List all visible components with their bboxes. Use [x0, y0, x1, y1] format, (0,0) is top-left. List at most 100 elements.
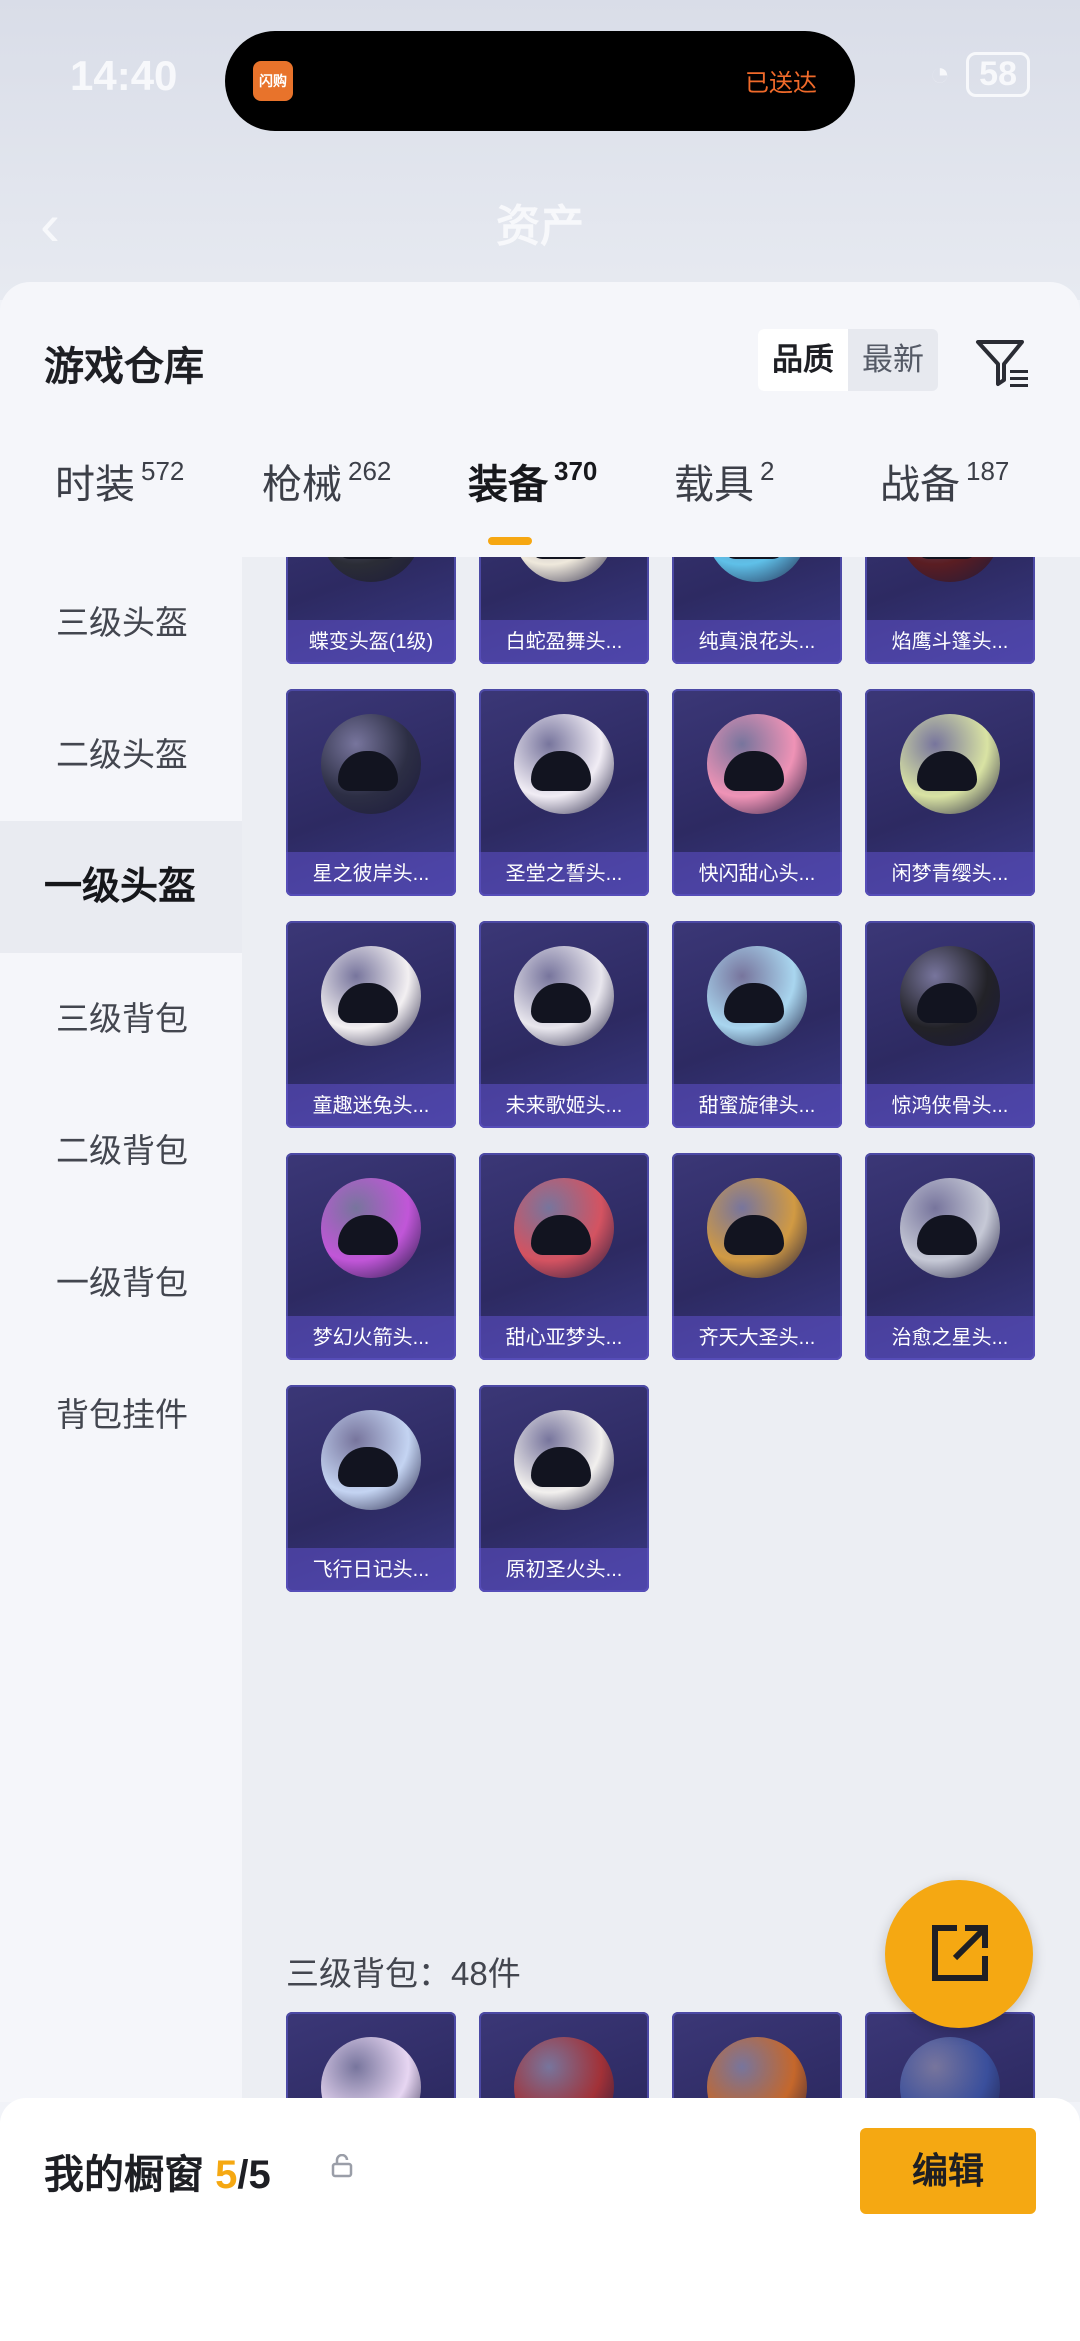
helmet-name: 闲梦青缨头...: [865, 852, 1035, 896]
helmet-visor: [724, 557, 784, 559]
sidebar-item-helmet-2[interactable]: 二级头盔: [0, 689, 242, 821]
sort-option-newest[interactable]: 最新: [848, 329, 938, 391]
battery-indicator: 58: [966, 52, 1030, 97]
sidebar-item-backpack-2[interactable]: 二级背包: [0, 1085, 242, 1217]
share-button[interactable]: [885, 1880, 1033, 2028]
helmet-card[interactable]: 甜心亚梦头...: [479, 1153, 649, 1360]
helmet-thumbnail: [321, 557, 421, 582]
warehouse-sheet: 游戏仓库 品质 最新 时装 572 枪械 262 装备 370 载具 2 战备 187 三…: [0, 282, 1080, 2102]
tab-label: 装备: [468, 463, 548, 507]
sort-toggle: 品质 最新: [758, 329, 938, 391]
tab-count: 262: [348, 456, 392, 486]
delivery-status: 已送达: [745, 70, 817, 97]
helmet-name: 未来歌姬头...: [479, 1084, 649, 1128]
helmet-name: 治愈之星头...: [865, 1316, 1035, 1360]
backpack-card[interactable]: 彩旗巡礼背...: [286, 2012, 456, 2102]
helmet-card[interactable]: 圣堂之誓头...: [479, 689, 649, 896]
backpack-card[interactable]: 荒原烈焰背...: [479, 2012, 649, 2102]
external-link-icon: [932, 1925, 988, 1981]
helmet-name: 飞行日记头...: [286, 1548, 456, 1592]
showcase-title: 我的橱窗 5/5: [44, 2142, 271, 2200]
helmet-name: 齐天大圣头...: [672, 1316, 842, 1360]
category-tabs: 时装 572 枪械 262 装备 370 载具 2 战备 187: [0, 452, 1080, 557]
helmet-visor: [917, 557, 977, 559]
helmet-name: 白蛇盈舞头...: [479, 620, 649, 664]
helmet-name: 童趣迷兔头...: [286, 1084, 456, 1128]
helmet-card[interactable]: 纯真浪花头...: [672, 557, 842, 664]
helmet-name: 快闪甜心头...: [672, 852, 842, 896]
showcase-bar: 我的橱窗 5/5 编辑: [0, 2098, 1080, 2341]
helmet-card[interactable]: 惊鸿侠骨头...: [865, 921, 1035, 1128]
delivery-app-icon: 闪购: [253, 61, 293, 101]
tab-count: 187: [966, 456, 1010, 486]
showcase-label: 我的橱窗: [44, 2153, 204, 2197]
lock-icon: [331, 2154, 353, 2178]
tab-count: 2: [760, 456, 775, 486]
helmet-name: 原初圣火头...: [479, 1548, 649, 1592]
sidebar-item-backpack-1[interactable]: 一级背包: [0, 1217, 242, 1349]
filter-icon[interactable]: [972, 332, 1032, 392]
sidebar-item-helmet-1[interactable]: 一级头盔: [0, 821, 242, 953]
helmet-card[interactable]: 甜蜜旋律头...: [672, 921, 842, 1128]
helmet-name: 蝶变头盔(1级): [286, 620, 456, 664]
tab-label: 载具: [674, 463, 754, 507]
helmet-card[interactable]: 快闪甜心头...: [672, 689, 842, 896]
wifi-icon: ◔: [929, 55, 951, 93]
helmet-card[interactable]: 焰鹰斗篷头...: [865, 557, 1035, 664]
status-time: 14:40: [70, 52, 178, 99]
helmet-card[interactable]: 白蛇盈舞头...: [479, 557, 649, 664]
backpack-thumbnail: [514, 2037, 614, 2102]
sheet-title: 游戏仓库: [44, 345, 204, 389]
tab-count: 370: [554, 456, 598, 486]
helmet-name: 星之彼岸头...: [286, 852, 456, 896]
helmet-card[interactable]: 梦幻火箭头...: [286, 1153, 456, 1360]
sidebar-item-backpack-charm[interactable]: 背包挂件: [0, 1349, 242, 1481]
helmet-card[interactable]: 飞行日记头...: [286, 1385, 456, 1592]
sort-option-quality[interactable]: 品质: [758, 329, 848, 391]
helmet-name: 纯真浪花头...: [672, 620, 842, 664]
item-grid-area: 蝶变头盔(1级) 白蛇盈舞头... 纯真浪花头... 焰鹰斗篷头... 星之彼岸头...…: [242, 557, 1080, 2102]
helmet-name: 梦幻火箭头...: [286, 1316, 456, 1360]
helmet-visor: [531, 557, 591, 559]
backpack-thumbnail: [707, 2037, 807, 2102]
tab-vehicles[interactable]: 载具 2: [674, 452, 774, 510]
helmet-card[interactable]: 齐天大圣头...: [672, 1153, 842, 1360]
helmet-name: 甜蜜旋律头...: [672, 1084, 842, 1128]
helmet-card[interactable]: 童趣迷兔头...: [286, 921, 456, 1128]
helmet-thumbnail: [900, 557, 1000, 582]
tab-fashion[interactable]: 时装 572: [55, 452, 184, 510]
active-tab-indicator: [488, 537, 532, 545]
helmet-card[interactable]: 未来歌姬头...: [479, 921, 649, 1128]
backpack-thumbnail: [900, 2037, 1000, 2102]
subcategory-sidebar: 三级头盔 二级头盔 一级头盔 三级背包 二级背包 一级背包 背包挂件: [0, 557, 242, 2102]
tab-label: 枪械: [262, 463, 342, 507]
showcase-count-total: /5: [237, 2153, 271, 2197]
showcase-count-current: 5: [215, 2153, 238, 2197]
tab-guns[interactable]: 枪械 262: [262, 452, 391, 510]
helmet-card[interactable]: 原初圣火头...: [479, 1385, 649, 1592]
helmet-name: 焰鹰斗篷头...: [865, 620, 1035, 664]
backpack-thumbnail: [321, 2037, 421, 2102]
sidebar-item-helmet-3[interactable]: 三级头盔: [0, 557, 242, 689]
tab-count: 572: [141, 456, 185, 486]
tab-label: 战备: [880, 463, 960, 507]
helmet-name: 惊鸿侠骨头...: [865, 1084, 1035, 1128]
status-icons: ◔ 58: [930, 52, 1030, 97]
helmet-card[interactable]: 闲梦青缨头...: [865, 689, 1035, 896]
helmet-card[interactable]: 蝶变头盔(1级): [286, 557, 456, 664]
helmet-name: 圣堂之誓头...: [479, 852, 649, 896]
helmet-card[interactable]: 治愈之星头...: [865, 1153, 1035, 1360]
helmet-visor: [338, 557, 398, 559]
edit-button[interactable]: 编辑: [860, 2128, 1036, 2214]
helmet-card[interactable]: 星之彼岸头...: [286, 689, 456, 896]
backdrop-title: 资产: [496, 202, 584, 251]
dynamic-island[interactable]: 闪购 已送达: [225, 31, 855, 131]
backpack-section-title: 三级背包：48件: [286, 1955, 521, 1992]
helmet-thumbnail: [707, 557, 807, 582]
tab-equipment[interactable]: 装备 370: [468, 452, 597, 510]
backpack-card[interactable]: 福马献瑞背...: [672, 2012, 842, 2102]
tab-battle-prep[interactable]: 战备 187: [880, 452, 1009, 510]
helmet-name: 甜心亚梦头...: [479, 1316, 649, 1360]
sidebar-item-backpack-3[interactable]: 三级背包: [0, 953, 242, 1085]
helmet-thumbnail: [514, 557, 614, 582]
